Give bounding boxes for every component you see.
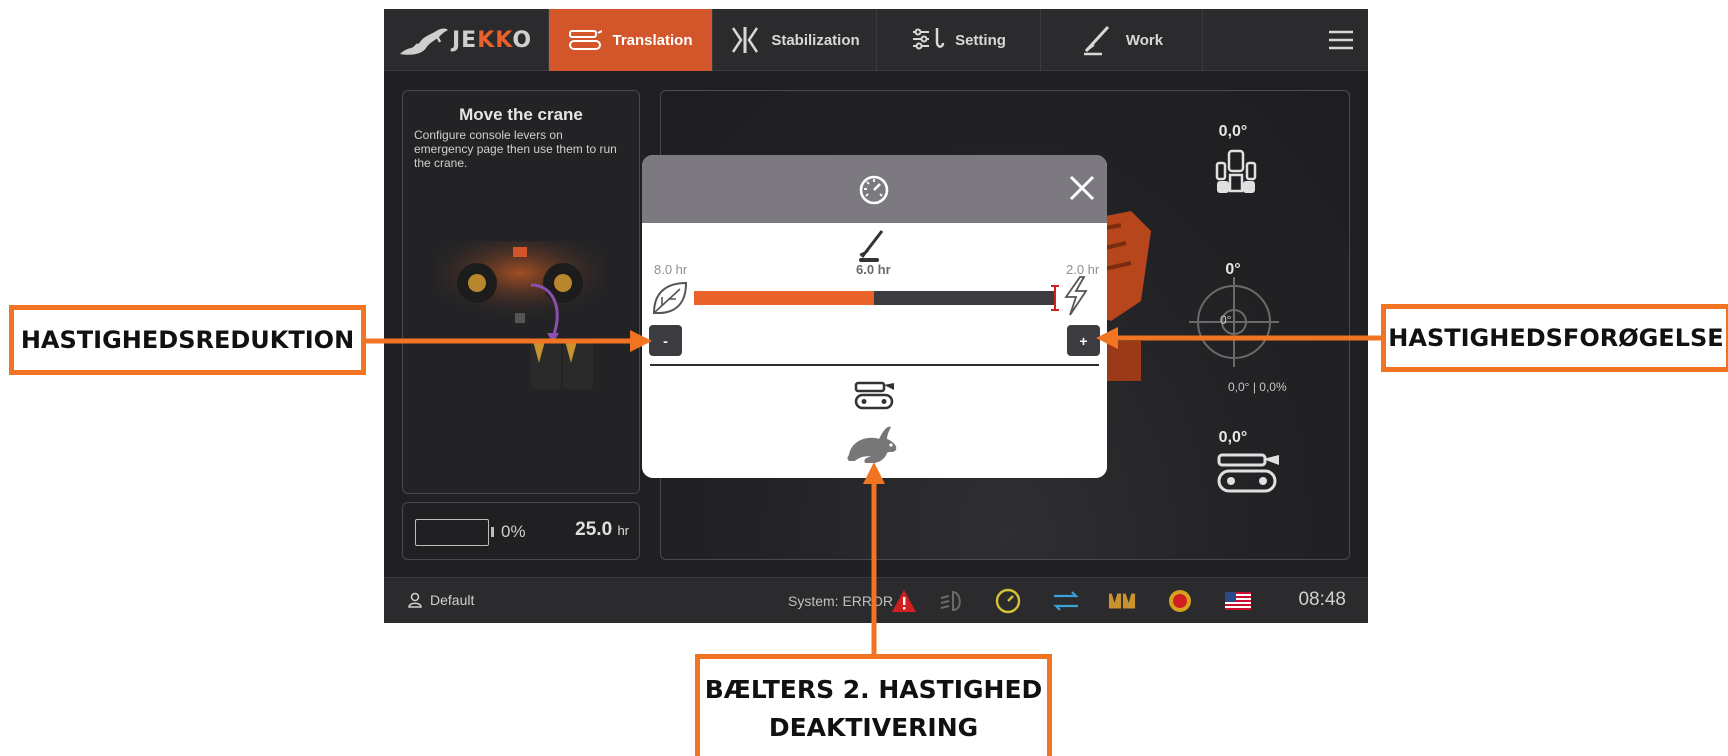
lights-button[interactable]: [938, 587, 966, 615]
speed-dialog-header: [642, 155, 1107, 223]
tab-work[interactable]: Work: [1040, 9, 1204, 71]
divider: [650, 364, 1099, 366]
close-icon: [1069, 175, 1095, 201]
speed-button[interactable]: [994, 587, 1022, 615]
boom-icon: [1083, 25, 1109, 56]
user-profile[interactable]: Default: [408, 592, 474, 608]
track-icon: [569, 30, 603, 50]
levers-button[interactable]: [1108, 587, 1136, 615]
emergency-stop-button[interactable]: [1166, 587, 1194, 615]
tab-label: Work: [1125, 31, 1164, 49]
battery-gauge: [415, 519, 489, 546]
transfer-arrows-icon: [1053, 591, 1079, 611]
settings-hook-icon: [913, 28, 945, 50]
level-center-readout: 0°: [1220, 313, 1232, 327]
machine-top-icon: [1215, 149, 1257, 193]
eco-leaf-icon: [652, 281, 688, 314]
levers-icon: [1108, 593, 1136, 609]
close-button[interactable]: [1067, 173, 1097, 203]
boom-icon: [859, 230, 884, 262]
level-indicator-icon: [1189, 277, 1279, 367]
instruction-panel: Move the crane Configure console levers …: [402, 90, 640, 494]
second-speed-toggle[interactable]: [845, 421, 905, 469]
tab-label: Translation: [612, 31, 693, 49]
current-speed-hours: 6.0 hr: [856, 262, 891, 277]
status-bar: Default System: ERROR 08:48: [384, 577, 1368, 623]
tab-setting[interactable]: Setting: [876, 9, 1040, 71]
headlight-icon: [940, 590, 961, 612]
annotation-speed-increase: HASTIGHEDSFORØGELSE: [1381, 304, 1728, 372]
gecko-logo-icon: [400, 28, 448, 55]
tab-stabilization[interactable]: Stabilization: [712, 9, 876, 71]
instruction-title: Move the crane: [459, 105, 583, 124]
increase-speed-button[interactable]: +: [1067, 325, 1100, 356]
jekko-logo: JEKKO: [384, 9, 548, 71]
speedometer-icon: [859, 175, 889, 205]
logo-wordmark: JEKKO: [452, 27, 533, 53]
user-name: Default: [430, 592, 475, 608]
tab-translation[interactable]: Translation: [548, 9, 712, 71]
battery-percent: 0%: [501, 522, 526, 541]
language-button[interactable]: [1224, 587, 1252, 615]
hamburger-menu-icon: [1329, 30, 1353, 50]
battery-panel: 0% 25.0 hr: [402, 502, 640, 560]
battery-hours: 25.0 hr: [575, 519, 629, 540]
level-x-readout: 0,0° | 0,0%: [1228, 380, 1287, 394]
warning-triangle-icon: [892, 590, 916, 612]
system-status: System: ERROR: [788, 593, 894, 609]
annotation-second-speed: BÆLTERS 2. HASTIGHED DEAKTIVERING: [695, 654, 1052, 756]
tab-label: Setting: [955, 31, 1006, 49]
clock: 08:48: [1298, 589, 1346, 610]
error-warning-button[interactable]: [890, 587, 918, 615]
instruction-text: Configure console levers on emergency pa…: [414, 128, 617, 170]
tab-label: Stabilization: [771, 31, 860, 49]
track-icon: [854, 381, 894, 410]
outrigger-icon: [732, 27, 759, 53]
min-speed-hours: 8.0 hr: [654, 262, 688, 277]
hamburger-menu-button[interactable]: [1202, 9, 1368, 71]
us-flag-icon: [1225, 592, 1251, 610]
annotation-speed-reduction: HASTIGHEDSREDUKTION: [9, 305, 366, 375]
annotation-text: HASTIGHEDSFORØGELSE: [1388, 324, 1724, 352]
lightning-icon: [1064, 276, 1088, 316]
speed-slider-track[interactable]: [694, 291, 1054, 305]
track-angle-readout: 0,0°: [1218, 429, 1248, 446]
annotation-text: BÆLTERS 2. HASTIGHED DEAKTIVERING: [704, 675, 1043, 742]
speed-slider-limit: [1051, 285, 1059, 311]
user-icon: [408, 592, 422, 608]
tilt-angle-readout: 0,0°: [1218, 123, 1248, 140]
top-bar: JEKKO Translation Stabilization Setting …: [384, 9, 1368, 71]
speedometer-icon: [995, 588, 1021, 614]
emergency-stop-icon: [1169, 590, 1191, 612]
transfer-button[interactable]: [1052, 587, 1080, 615]
track-large-icon: [1217, 453, 1279, 493]
console-levers-illustration: [435, 241, 605, 389]
battery-terminal: [491, 527, 494, 537]
annotation-text: HASTIGHEDSREDUKTION: [20, 326, 355, 354]
decrease-speed-button[interactable]: -: [649, 325, 682, 356]
hare-icon: [847, 426, 897, 463]
speed-slider-fill: [694, 291, 874, 305]
speed-dialog: 8.0 hr 6.0 hr 2.0 hr - +: [642, 155, 1107, 478]
